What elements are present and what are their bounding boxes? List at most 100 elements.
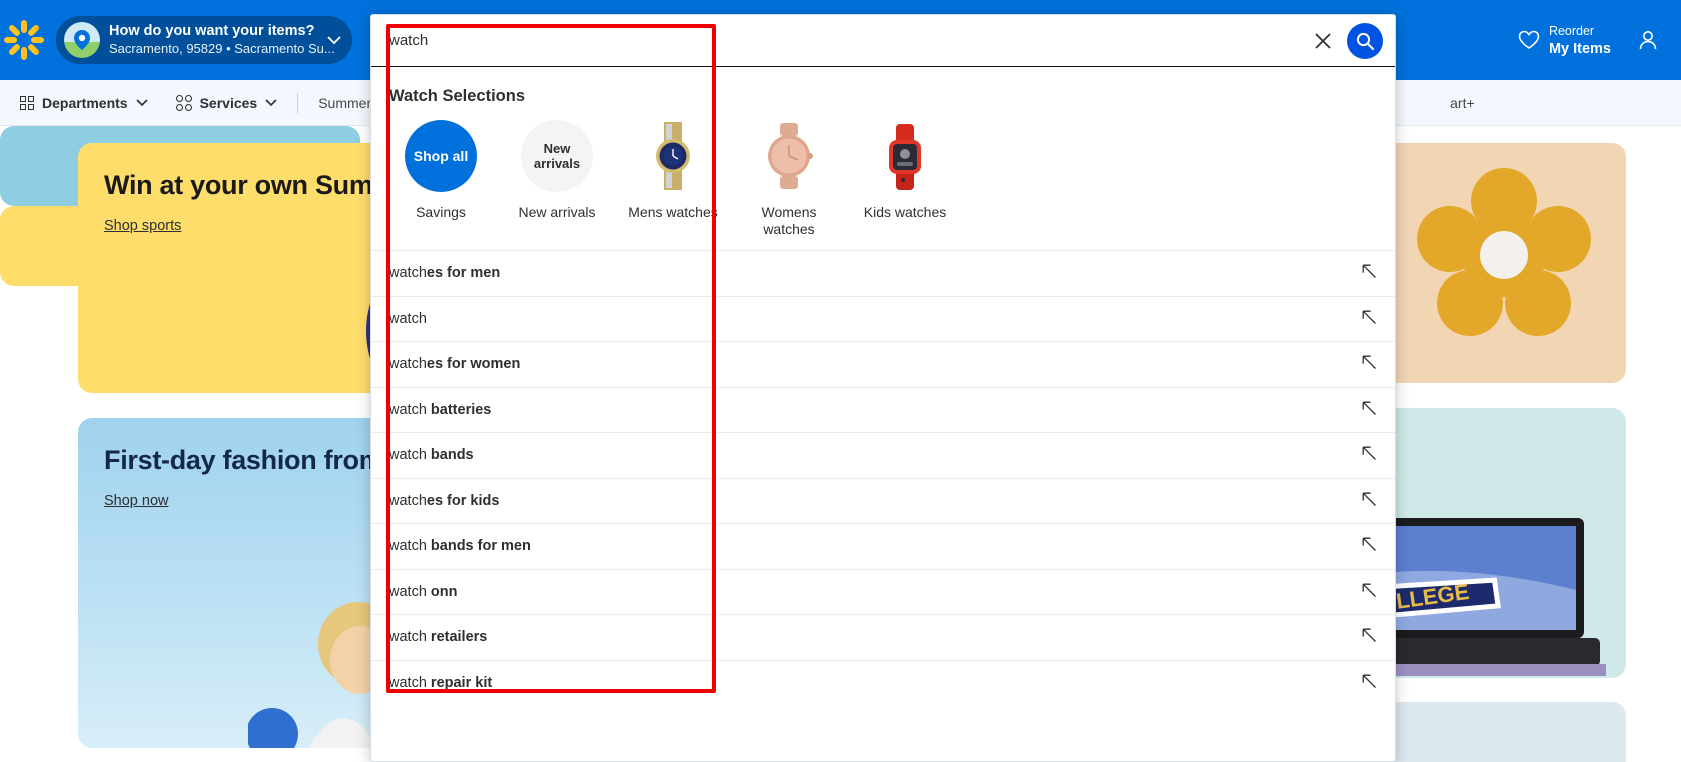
suggestion-row[interactable]: watches for men — [371, 251, 1395, 297]
map-pin-icon — [64, 22, 100, 58]
suggestion-row[interactable]: watches for kids — [371, 479, 1395, 524]
header-right-actions: Reorder My Items — [1518, 0, 1681, 80]
arrow-up-left-icon — [1362, 583, 1376, 597]
selection-label-new-arrivals: New arrivals — [518, 204, 596, 220]
suggestion-text: watch — [389, 311, 427, 327]
suggestion-row[interactable]: watch repair kit — [371, 661, 1395, 707]
suggestion-text: watches for kids — [389, 493, 499, 509]
suggestion-row[interactable]: watch retailers — [371, 615, 1395, 661]
promo-link-shop-now[interactable]: Shop now — [104, 493, 169, 509]
suggestion-suffix: repair kit — [430, 675, 493, 692]
nav-services-label: Services — [199, 94, 258, 111]
suggestion-prefix: watch — [389, 356, 427, 373]
delivery-location-pill[interactable]: How do you want your items? Sacramento, … — [56, 16, 352, 64]
suggestion-insert-button[interactable] — [1361, 627, 1377, 647]
suggestion-insert-button[interactable] — [1361, 354, 1377, 374]
search-suggestions-list: watches for men watch watches for women wat… — [371, 250, 1395, 706]
suggestion-text: watch bands for men — [389, 538, 531, 554]
selection-new-arrivals[interactable]: New arrivals New arrivals — [499, 120, 615, 238]
suggestion-text: watch onn — [389, 584, 458, 600]
arrow-up-left-icon — [1362, 674, 1376, 689]
suggestion-suffix: bands for men — [430, 538, 531, 555]
selection-savings[interactable]: Shop all Savings — [383, 120, 499, 238]
womens-watch-thumb — [753, 120, 825, 192]
suggestion-insert-button[interactable] — [1361, 673, 1377, 693]
account-button[interactable] — [1637, 29, 1659, 51]
suggestion-suffix: es for men — [426, 265, 501, 282]
my-items-label: My Items — [1548, 41, 1611, 57]
suggestion-row[interactable]: watches for women — [371, 342, 1395, 388]
account-person-icon — [1639, 31, 1657, 50]
suggestion-insert-button[interactable] — [1361, 400, 1377, 420]
arrow-up-left-icon — [1362, 537, 1376, 552]
suggestion-text: watch bands — [389, 447, 474, 463]
suggestion-row[interactable]: watch bands — [371, 433, 1395, 479]
nav-services[interactable]: Services — [162, 80, 292, 126]
heart-icon — [1518, 30, 1540, 49]
suggestion-prefix: watch — [389, 583, 431, 600]
close-x-icon — [1315, 32, 1331, 49]
grid-icon — [20, 95, 34, 110]
suggestion-row[interactable]: watch — [371, 297, 1395, 342]
chevron-down-icon — [265, 98, 277, 106]
arrow-up-left-icon — [1362, 310, 1376, 324]
clear-search-button[interactable] — [1305, 23, 1341, 59]
selection-label-savings: Savings — [416, 204, 466, 220]
location-title: How do you want your items? — [109, 23, 315, 39]
suggestion-suffix: retailers — [430, 629, 488, 646]
suggestion-row[interactable]: watch bands for men — [371, 524, 1395, 570]
reorder-my-items-button[interactable]: Reorder My Items — [1518, 22, 1611, 58]
nav-divider — [297, 92, 299, 113]
suggestion-row[interactable]: watch batteries — [371, 388, 1395, 433]
selection-kids-watches[interactable]: Kids watches — [847, 120, 963, 238]
suggestion-suffix: bands — [430, 447, 474, 464]
suggestion-insert-button[interactable] — [1361, 445, 1377, 465]
suggestion-insert-button[interactable] — [1361, 263, 1377, 283]
shop-all-text: Shop all — [413, 148, 469, 164]
search-input[interactable] — [371, 15, 1305, 66]
search-suggestions-overlay: Watch Selections Shop all Savings New ar… — [370, 14, 1396, 762]
chevron-down-icon — [136, 98, 148, 106]
suggestion-prefix: watch — [389, 675, 431, 692]
selection-womens-watches[interactable]: Womens watches — [731, 120, 847, 238]
four-dots-icon — [175, 94, 192, 111]
nav-walmart-plus[interactable]: art+ — [1436, 95, 1489, 111]
location-subtitle: Sacramento, 95829 • Sacramento Su... — [109, 41, 335, 56]
selection-label-mens-watches: Mens watches — [628, 204, 718, 220]
selection-mens-watches[interactable]: Mens watches — [615, 120, 731, 238]
selection-label-womens-watches: Womens watches — [761, 204, 817, 237]
suggestion-insert-button[interactable] — [1361, 309, 1377, 329]
suggestion-prefix: watch — [389, 538, 431, 555]
nav-departments-label: Departments — [42, 94, 128, 111]
new-arrivals-circle: New arrivals — [521, 120, 593, 192]
suggestion-suffix: onn — [430, 583, 458, 600]
kids-watch-thumb — [869, 120, 941, 192]
magnifier-icon — [1356, 32, 1375, 50]
suggestion-text: watch batteries — [389, 402, 491, 418]
arrow-up-left-icon — [1362, 264, 1376, 279]
suggestion-prefix: watch — [389, 401, 431, 418]
suggestion-prefix: watch — [389, 447, 431, 464]
suggestion-text: watches for men — [389, 265, 500, 281]
suggestion-insert-button[interactable] — [1361, 582, 1377, 602]
watch-selections-section: Watch Selections Shop all Savings New ar… — [371, 67, 1395, 250]
suggestion-row[interactable]: watch onn — [371, 570, 1395, 615]
search-submit-button[interactable] — [1347, 22, 1383, 59]
new-arrivals-text: New arrivals — [533, 141, 581, 171]
shop-all-circle: Shop all — [405, 120, 477, 192]
nav-departments[interactable]: Departments — [6, 80, 162, 126]
suggestion-text: watches for women — [389, 356, 520, 372]
search-bar — [371, 15, 1395, 67]
watch-selections-row: Shop all Savings New arrivals New arriva… — [371, 120, 1395, 238]
walmart-spark-icon[interactable] — [4, 20, 44, 60]
arrow-up-left-icon — [1362, 492, 1376, 506]
suggestion-prefix: watch — [389, 629, 431, 646]
arrow-up-left-icon — [1362, 355, 1376, 370]
suggestion-insert-button[interactable] — [1361, 536, 1377, 556]
suggestion-insert-button[interactable] — [1361, 491, 1377, 511]
reorder-label: Reorder — [1548, 24, 1595, 38]
suggestion-suffix: batteries — [430, 401, 492, 418]
promo-link-shop-sports[interactable]: Shop sports — [104, 218, 181, 234]
suggestion-text: watch retailers — [389, 629, 487, 645]
suggestion-prefix: watch — [389, 265, 427, 282]
